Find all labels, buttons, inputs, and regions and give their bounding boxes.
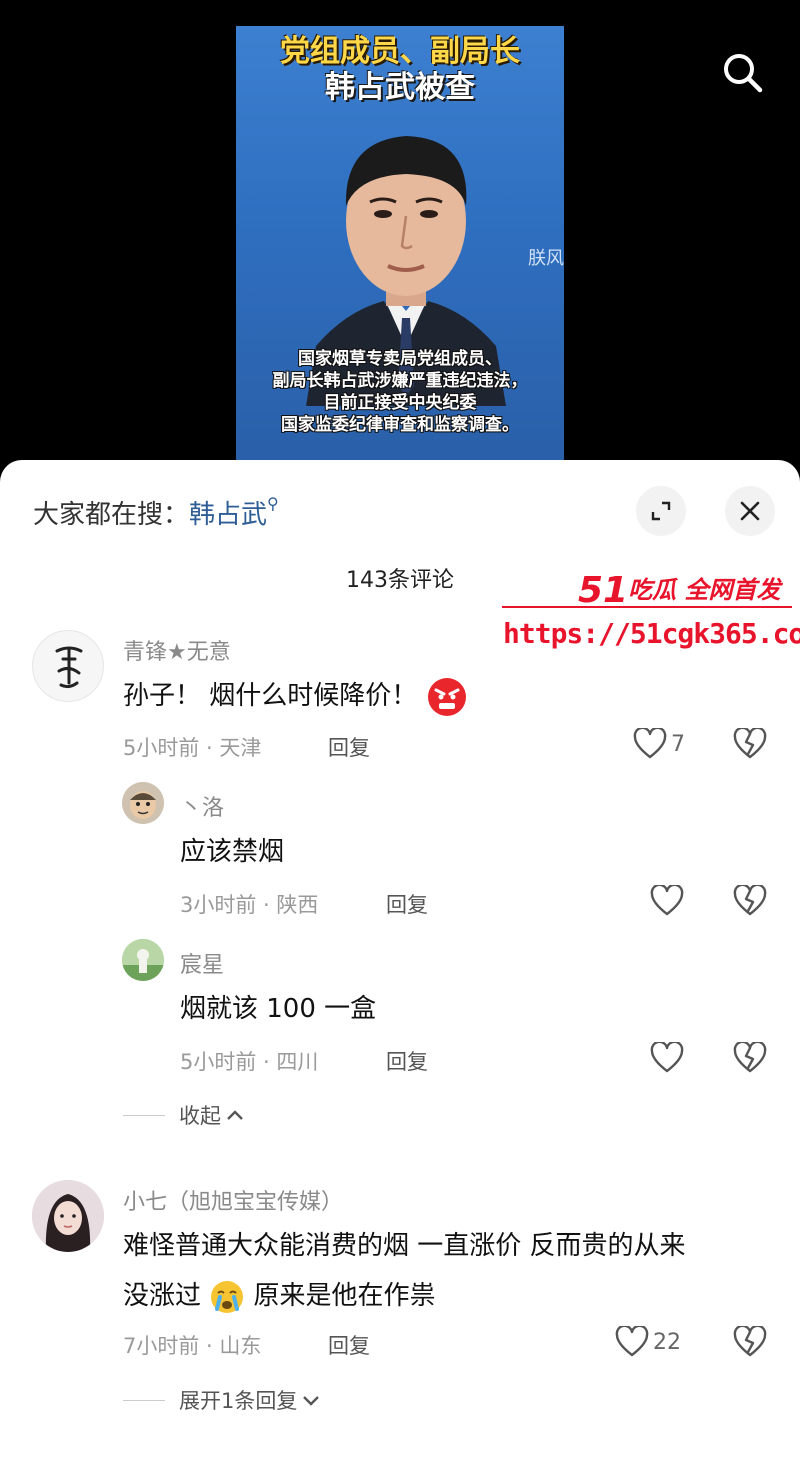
comment-time-location: 5小时前 · 天津 (123, 736, 262, 760)
comment-text-line1: 难怪普通大众能消费的烟 一直涨价 反而贵的从来 (123, 1231, 686, 1261)
like-count: 7 (671, 731, 685, 757)
divider-line (123, 1114, 165, 1116)
caption-line: 国家监委纪律审查和监察调查。 (281, 415, 519, 435)
promo-tagline: 51吃瓜 全网首发 (578, 570, 780, 611)
broken-heart-icon[interactable] (733, 1326, 767, 1358)
close-icon (740, 501, 760, 521)
comments-sheet: 大家都在搜：韩占武⚲ 143条评论 51吃瓜 全网首发 https://51cg… (0, 460, 800, 1467)
search-keyword[interactable]: 韩占武 (189, 500, 267, 530)
comment-author[interactable]: 小七（旭旭宝宝传媒） (123, 1184, 343, 1216)
promo-tagline-text: 吃瓜 全网首发 (628, 576, 781, 604)
like-count: 22 (653, 1329, 681, 1355)
calligraphy-avatar-icon (55, 646, 83, 689)
reply-text: 应该禁烟 (180, 837, 285, 867)
reply-button[interactable]: 回复 (328, 1330, 370, 1360)
collapse-replies-button[interactable]: 收起 (123, 1100, 245, 1130)
like-button[interactable]: 22 (615, 1326, 681, 1358)
comment-text-part: 原来是他在作祟 (253, 1281, 436, 1311)
comment-text-part: 没涨过 (123, 1281, 202, 1311)
reply-time-location: 5小时前 · 四川 (180, 1050, 319, 1074)
broken-heart-icon[interactable] (733, 1042, 767, 1074)
search-suggestion[interactable]: 大家都在搜：韩占武⚲ (33, 494, 279, 531)
search-prefix: 大家都在搜： (33, 500, 190, 530)
avatar[interactable] (32, 630, 104, 702)
video-area[interactable]: 党组成员、副局长 韩占武被查 朕风 国家烟草专卖局党组成员、 副局长韩占武涉嫌严… (0, 0, 800, 480)
avatar[interactable] (122, 939, 164, 981)
comment-text-line2: 没涨过 原来是他在作祟 (123, 1272, 436, 1320)
caption-line: 国家烟草专卖局党组成员、 (298, 349, 502, 369)
comment-text-content: 孙子！ 烟什么时候降价！ (123, 681, 418, 711)
heart-icon (633, 728, 667, 759)
angry-emoji-icon (427, 677, 466, 716)
expand-icon (651, 501, 671, 521)
expand-label: 展开1条回复 (179, 1389, 298, 1413)
collapse-label: 收起 (179, 1104, 221, 1128)
search-icon[interactable] (718, 48, 766, 96)
comment-author[interactable]: 青锋★无意 (123, 634, 231, 666)
reply-button[interactable]: 回复 (386, 1046, 428, 1076)
crying-emoji-icon (211, 1280, 244, 1313)
chevron-down-icon (303, 1396, 320, 1406)
video-caption: 国家烟草专卖局党组成员、 副局长韩占武涉嫌严重违纪违法， 目前正接受中央纪委 国… (236, 348, 564, 436)
comment-text: 孙子！ 烟什么时候降价！ (123, 672, 468, 720)
caption-line: 目前正接受中央纪委 (323, 393, 477, 413)
search-mini-icon: ⚲ (267, 494, 279, 513)
avatar[interactable] (122, 782, 164, 824)
expand-button[interactable] (636, 486, 686, 536)
reply-author[interactable]: 宸星 (180, 947, 224, 979)
portrait-avatar-icon (32, 1180, 104, 1252)
heart-icon[interactable] (650, 1042, 684, 1074)
reply-button[interactable]: 回复 (386, 889, 428, 919)
divider-line (123, 1399, 165, 1401)
like-button[interactable]: 7 (633, 728, 685, 760)
broken-heart-icon[interactable] (733, 728, 767, 760)
promo-divider (502, 606, 792, 608)
chevron-up-icon (227, 1110, 243, 1120)
heart-icon[interactable] (650, 885, 684, 917)
heart-icon (615, 1326, 649, 1357)
expand-replies-button[interactable]: 展开1条回复 (123, 1385, 321, 1415)
video-watermark: 朕风 (528, 248, 564, 269)
promo-number: 51 (578, 570, 629, 611)
cartoon-face-icon (122, 782, 164, 824)
caption-line: 副局长韩占武涉嫌严重违纪违法， (272, 371, 528, 391)
reply-time-location: 3小时前 · 陕西 (180, 893, 319, 917)
promo-url: https://51cgk365.com (503, 617, 800, 650)
reply-author[interactable]: 丶洛 (180, 790, 224, 822)
comment-time-location: 7小时前 · 山东 (123, 1334, 262, 1358)
reply-text: 烟就该 100 一盒 (180, 994, 377, 1024)
promo-watermark: 51吃瓜 全网首发 https://51cgk365.com (498, 560, 800, 660)
landscape-avatar-icon (122, 939, 164, 981)
video-thumbnail[interactable]: 党组成员、副局长 韩占武被查 朕风 国家烟草专卖局党组成员、 副局长韩占武涉嫌严… (236, 26, 564, 466)
broken-heart-icon[interactable] (733, 885, 767, 917)
avatar[interactable] (32, 1180, 104, 1252)
reply-button[interactable]: 回复 (328, 732, 370, 762)
close-button[interactable] (725, 486, 775, 536)
